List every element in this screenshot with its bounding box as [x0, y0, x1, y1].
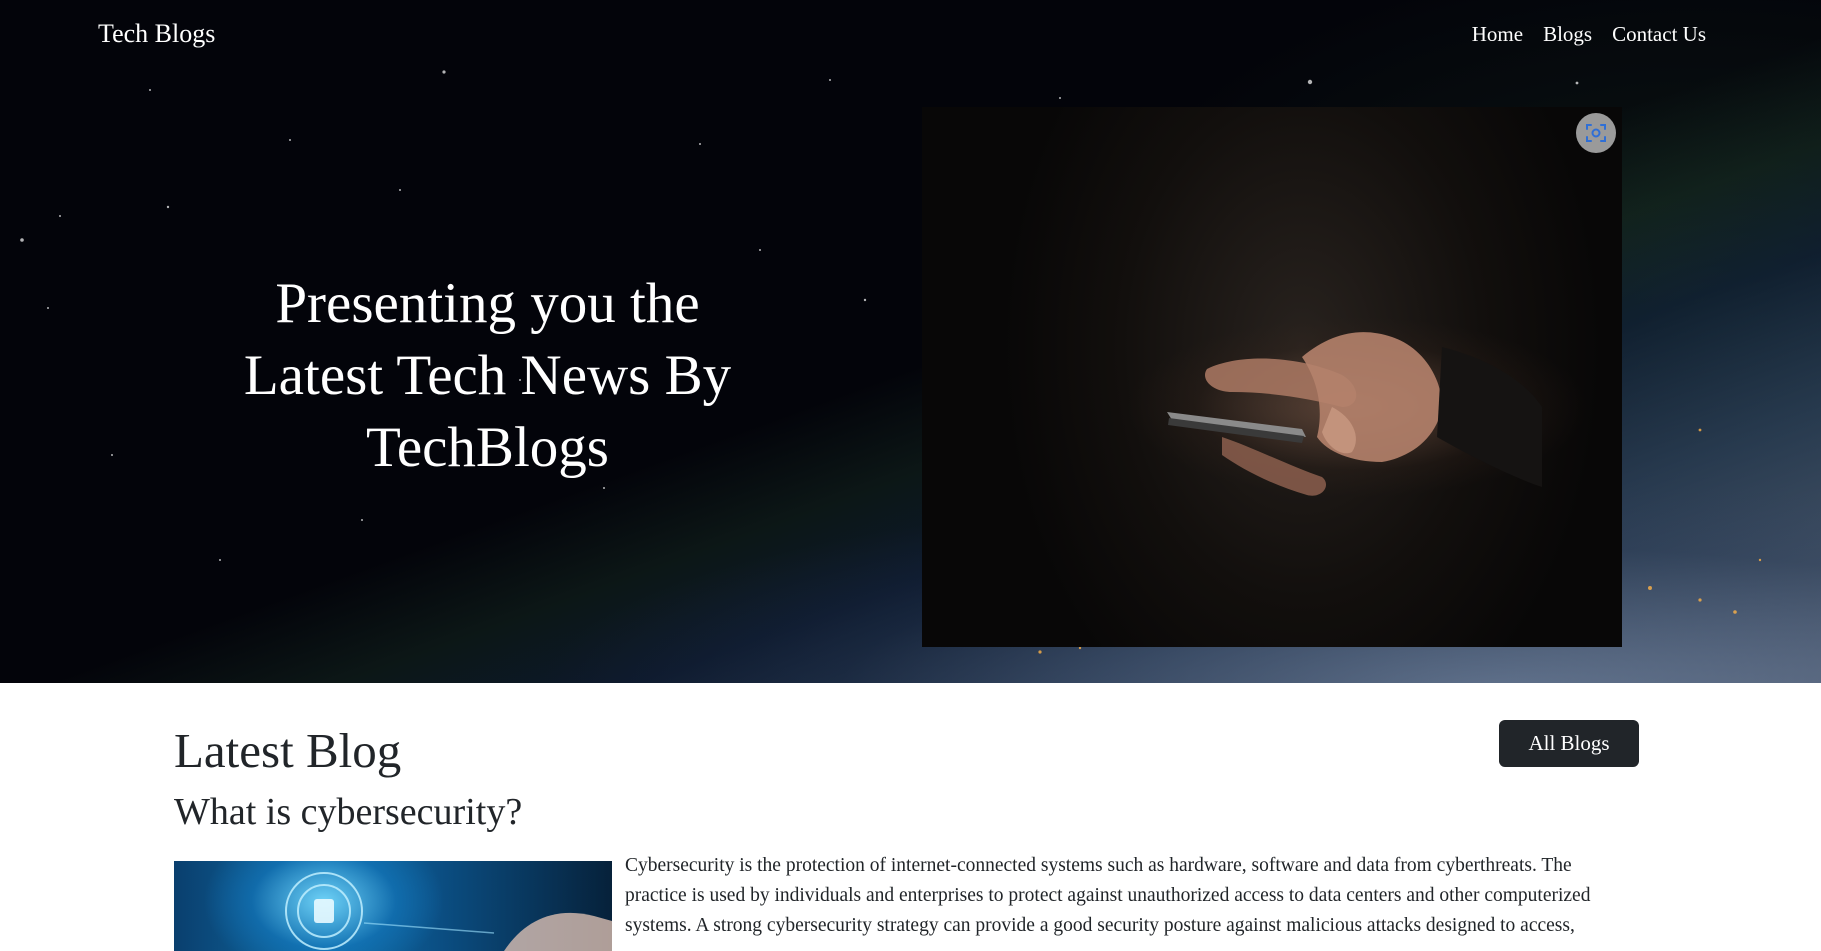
hero-image-phone-hands	[922, 107, 1622, 647]
visual-search-button[interactable]	[1576, 113, 1616, 153]
brand-logo-link[interactable]: Tech Blogs	[98, 19, 215, 49]
nav-link-contact-us[interactable]: Contact Us	[1612, 22, 1706, 47]
visual-search-icon	[1586, 124, 1606, 142]
latest-blog-heading: Latest Blog	[174, 723, 402, 778]
top-navbar: Tech Blogs Home Blogs Contact Us	[0, 0, 1821, 70]
nav-links: Home Blogs Contact Us	[1472, 22, 1706, 47]
post-thumbnail-image[interactable]	[174, 861, 612, 951]
hero-title: Presenting you the Latest Tech News By T…	[243, 272, 732, 479]
nav-link-blogs[interactable]: Blogs	[1543, 22, 1592, 47]
all-blogs-button[interactable]: All Blogs	[1499, 720, 1639, 767]
hero-section: Tech Blogs Home Blogs Contact Us Present…	[0, 0, 1821, 683]
latest-blog-section: Latest Blog All Blogs What is cybersecur…	[0, 683, 1821, 951]
post-title[interactable]: What is cybersecurity?	[174, 790, 522, 834]
nav-link-home[interactable]: Home	[1472, 22, 1523, 47]
post-excerpt: Cybersecurity is the protection of inter…	[625, 855, 1591, 936]
